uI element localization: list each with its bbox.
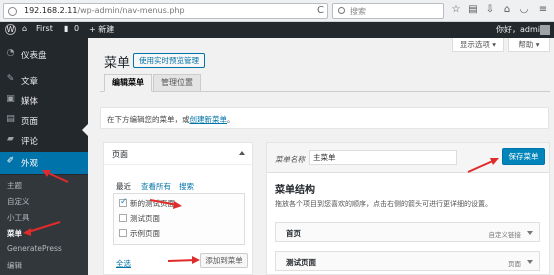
media-icon: ▣ [6,94,15,104]
browser-toolbar: 192.168.2.11/wp-admin/nav-menus.php C 搜索… [0,0,554,22]
sidebar-item-comments[interactable]: ▰ 评论 [0,130,88,150]
menu-item-type: 页面 [508,260,521,268]
list-item[interactable]: 测试页面 [119,213,160,224]
browser-search-input[interactable]: 搜索 [332,3,444,19]
refresh-icon[interactable]: C [317,5,324,16]
menu-item-row[interactable]: 测试页面 页面 [275,251,540,271]
dashboard-icon: ◔ [6,48,15,58]
address-text: 192.168.2.11/wp-admin/nav-menus.php [24,6,185,15]
search-icon [338,7,345,14]
checkbox[interactable] [119,214,127,222]
submenu-item-menus[interactable]: 菜单 [7,228,22,239]
admin-bar: W ⌂ First ▮ 0 + 新建 你好，admin [0,22,554,38]
menu-edit-panel: 菜单名称 保存菜单 菜单结构 拖放各个项目到您喜欢的顺序，点击右侧的箭头可进行更… [266,142,550,275]
pin-icon: ✎ [6,74,15,84]
reading-list-icon[interactable]: ▤ [467,4,479,16]
menu-structure-title: 菜单结构 [275,185,315,196]
pages-panel-header[interactable]: 页面 [104,143,252,165]
list-item[interactable]: 示例页面 [119,228,160,239]
admin-sidebar: ◔ 仪表盘 ✎ 文章 ▣ 媒体 ▤ 页面 ▰ 评论 ✐ 外观 主题 自定义 小工… [0,38,88,275]
checkbox[interactable] [119,229,127,237]
live-preview-button[interactable]: 使用实时预览管理 [133,53,205,68]
comment-icon: ▰ [7,134,14,144]
menu-item-row[interactable]: 首页 自定义链接 [275,222,540,242]
sidebar-item-pages[interactable]: ▤ 页面 [0,110,88,130]
pages-checklist: 新的测试页面 测试页面 示例页面 [113,193,245,245]
home-site-icon[interactable]: ⌂ [22,24,27,33]
download-icon[interactable]: ⇩ [484,4,496,16]
tab-recent[interactable]: 最近 [116,181,131,192]
tab-view-all[interactable]: 查看所有 [141,181,171,192]
submenu-item-customize[interactable]: 自定义 [7,196,30,207]
submenu-item-themes[interactable]: 主题 [7,180,22,191]
submenu-item-widgets[interactable]: 小工具 [7,212,30,223]
pocket-icon[interactable]: ◡ [518,4,530,16]
address-bar[interactable]: 192.168.2.11/wp-admin/nav-menus.php C [3,3,328,19]
tab-edit-menus[interactable]: 编辑菜单 [104,74,152,92]
submenu-item-editor[interactable]: 编辑 [7,260,22,271]
tab-manage-locations[interactable]: 管理位置 [153,74,201,92]
pages-panel-title: 页面 [112,150,128,159]
menu-name-input[interactable] [309,150,457,165]
expand-arrow-icon[interactable] [527,231,533,235]
add-to-menu-button[interactable]: 添加到菜单 [200,253,248,268]
menu-header: 菜单名称 保存菜单 [267,143,549,173]
checkbox-checked[interactable] [119,197,128,207]
menu-item-title: 首页 [286,229,301,238]
menu-icon[interactable]: ≡ [537,4,549,16]
screen-options-button[interactable]: 显示选项 ▾ [452,38,504,52]
menu-item-type: 自定义链接 [488,231,522,239]
comments-count[interactable]: 0 [74,24,79,33]
menu-structure-description: 拖放各个项目到您喜欢的顺序，点击右侧的箭头可进行更详细的设置。 [275,200,492,208]
wordpress-logo-icon[interactable]: W [5,24,16,35]
brush-icon: ✐ [6,156,15,166]
add-pages-panel: 页面 最近 查看所有 搜索 新的测试页面 测试页面 示例页面 全选 添加到菜单 [103,142,253,275]
manage-menus-notice: 在下方编辑您的菜单，或创建新菜单。 [100,107,549,129]
expand-arrow-icon[interactable] [527,260,533,264]
help-button[interactable]: 帮助 ▾ [508,38,550,52]
greeting-link[interactable]: 你好，admin [496,24,545,35]
page-icon: ▤ [6,114,15,124]
sidebar-item-media[interactable]: ▣ 媒体 [0,90,88,110]
site-name-link[interactable]: First [36,24,53,33]
create-new-menu-link[interactable]: 创建新菜单 [190,115,228,124]
comments-icon[interactable]: ▮ [64,24,68,33]
home-icon[interactable]: ⌂ [501,4,513,16]
menu-item-title: 测试页面 [286,258,316,267]
tab-divider [100,91,550,92]
page-title: 菜单 [104,56,131,71]
menu-name-label: 菜单名称 [275,155,305,164]
sidebar-item-posts[interactable]: ✎ 文章 [0,70,88,90]
search-placeholder: 搜索 [350,7,366,16]
globe-icon [8,7,17,16]
new-content-link[interactable]: + 新建 [89,24,114,35]
tab-search[interactable]: 搜索 [179,181,194,192]
sidebar-item-dashboard[interactable]: ◔ 仪表盘 [0,44,88,64]
star-icon[interactable]: ☆ [450,4,462,16]
manage-menus-text: 在下方编辑您的菜单，或创建新菜单。 [107,115,235,124]
list-item[interactable]: 新的测试页面 [119,197,175,209]
select-all-link[interactable]: 全选 [116,258,131,269]
collapse-arrow-icon[interactable] [239,151,245,155]
sidebar-item-appearance[interactable]: ✐ 外观 [0,152,88,174]
avatar[interactable] [540,25,550,35]
appearance-submenu: 主题 自定义 小工具 菜单 GeneratePress 编辑 [0,175,88,275]
submenu-item-generatepress[interactable]: GeneratePress [7,244,62,253]
save-menu-button[interactable]: 保存菜单 [502,148,545,165]
active-menu-pointer [82,124,88,136]
